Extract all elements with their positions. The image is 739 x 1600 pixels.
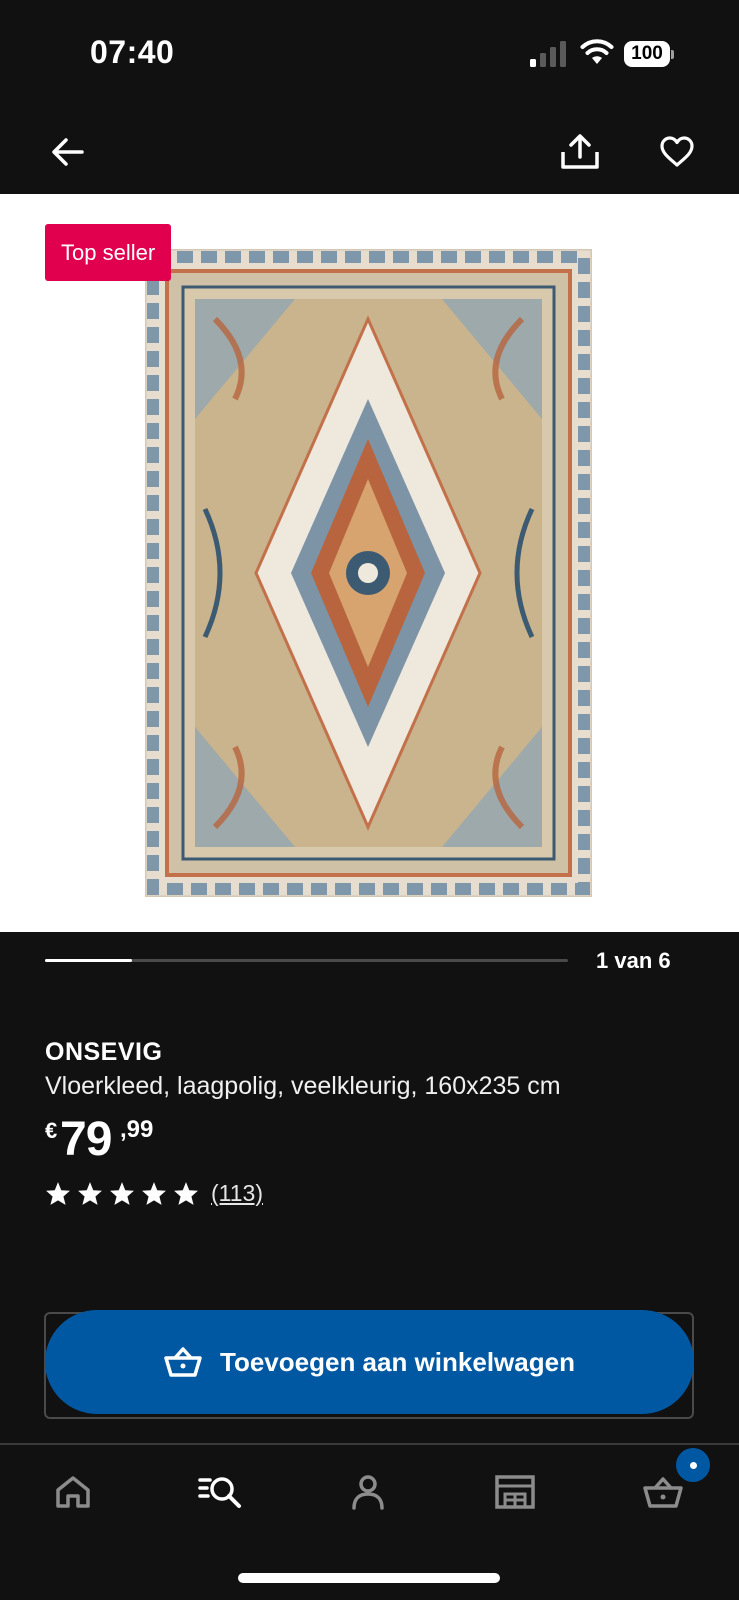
share-icon: [561, 134, 599, 169]
favorite-button[interactable]: [653, 128, 701, 176]
tab-profile[interactable]: [343, 1467, 393, 1517]
home-icon: [56, 1476, 90, 1508]
star-icon: [78, 1181, 102, 1205]
add-to-cart-button[interactable]: Toevoegen aan winkelwagen: [45, 1310, 694, 1414]
tab-home[interactable]: [48, 1467, 98, 1517]
price-currency: €: [45, 1118, 58, 1143]
back-button[interactable]: [44, 128, 92, 176]
bottom-tab-bar: [0, 1445, 739, 1535]
status-bar: 07:40 100: [0, 0, 739, 110]
share-button[interactable]: [556, 128, 604, 176]
star-icon: [46, 1181, 70, 1205]
battery-icon: 100: [624, 41, 674, 67]
price-main: 79: [60, 1113, 112, 1166]
product-description: Vloerkleed, laagpolig, veelkleurig, 160x…: [45, 1072, 561, 1100]
top-nav-bar: [0, 110, 739, 194]
add-to-cart-label: Toevoegen aan winkelwagen: [220, 1346, 575, 1377]
heart-icon: [660, 136, 694, 167]
star-icon: [142, 1181, 166, 1205]
rating-stars: [45, 1181, 199, 1206]
progress-track: [45, 959, 568, 962]
home-indicator[interactable]: [238, 1573, 500, 1583]
wifi-icon: [580, 39, 614, 64]
basket-icon: [164, 1347, 202, 1377]
star-icon: [174, 1181, 198, 1205]
star-icon: [110, 1181, 134, 1205]
back-arrow-icon: [52, 138, 84, 166]
store-icon: [495, 1475, 535, 1509]
progress-fill: [45, 959, 133, 962]
profile-icon: [352, 1475, 384, 1510]
product-image-gallery[interactable]: Top seller: [0, 194, 739, 932]
basket-icon: [643, 1477, 683, 1508]
signal-icon: [530, 41, 566, 67]
tab-stores[interactable]: [490, 1467, 540, 1517]
review-count[interactable]: (113): [211, 1180, 263, 1207]
top-seller-badge: Top seller: [45, 224, 172, 281]
product-name: ONSEVIG: [45, 1038, 163, 1066]
battery-level: 100: [631, 43, 663, 64]
page-indicator: 1 van 6: [596, 948, 671, 973]
tab-search[interactable]: [196, 1467, 246, 1517]
product-rating[interactable]: (113): [45, 1178, 263, 1208]
price-cents: ,99: [120, 1116, 154, 1143]
cart-notification-dot: [676, 1448, 710, 1482]
status-time: 07:40: [90, 34, 175, 70]
gallery-progress: 1 van 6: [0, 932, 739, 992]
product-image-rug: [145, 249, 592, 897]
search-list-icon: [198, 1477, 241, 1508]
